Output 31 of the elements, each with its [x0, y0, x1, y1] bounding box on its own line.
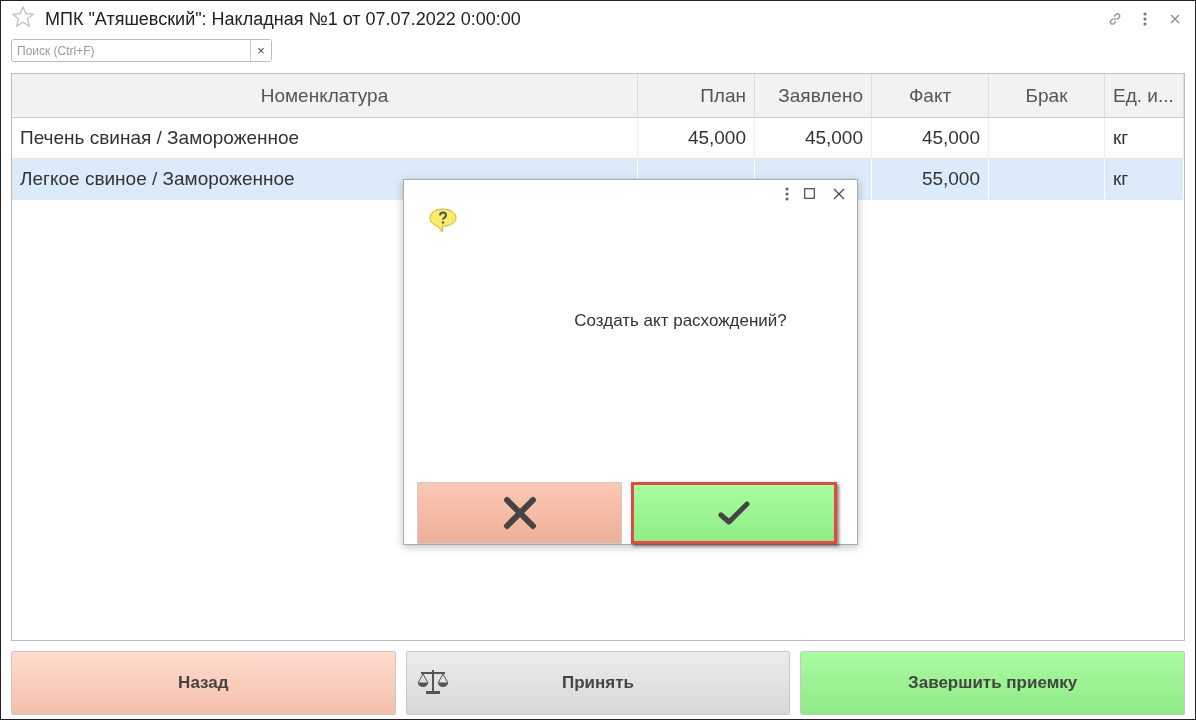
- cancel-button[interactable]: [417, 482, 622, 544]
- clear-button[interactable]: ×: [250, 40, 271, 61]
- link-icon[interactable]: [1107, 11, 1123, 27]
- more-icon[interactable]: [785, 186, 789, 201]
- window-title: МПК "Атяшевский": Накладная №1 от 07.07.2022 0:00:00: [45, 8, 522, 30]
- maximize-icon[interactable]: [803, 188, 815, 200]
- more-icon[interactable]: [1143, 12, 1147, 26]
- table-cell: кг: [1105, 118, 1184, 159]
- column-header[interactable]: Факт: [872, 74, 989, 118]
- accept-button[interactable]: Принять: [405, 651, 791, 715]
- table-cell: 55,000: [872, 159, 989, 200]
- check-icon: [717, 500, 751, 526]
- column-header[interactable]: Номенклатура: [12, 74, 638, 118]
- close-icon[interactable]: [833, 187, 845, 200]
- column-header[interactable]: План: [638, 74, 755, 118]
- scales-icon: [416, 668, 449, 696]
- close-icon: [502, 496, 537, 530]
- back-button[interactable]: Назад: [11, 651, 396, 715]
- star-icon[interactable]: [11, 5, 35, 29]
- column-header[interactable]: Брак: [989, 74, 1105, 118]
- table-cell: 45,000: [755, 118, 872, 159]
- table-cell: 45,000: [638, 118, 755, 159]
- table-cell: кг: [1105, 159, 1184, 200]
- finish-button[interactable]: Завершить приемку: [800, 651, 1185, 715]
- dialog-message: Создать акт расхождений?: [573, 311, 788, 333]
- confirm-button[interactable]: [631, 482, 837, 544]
- search-field[interactable]: Поиск (Ctrl+F) ×: [11, 39, 272, 62]
- column-header[interactable]: Ед. и...: [1105, 74, 1184, 118]
- table-cell: Печень свиная / Замороженное: [12, 118, 638, 159]
- table-cell: 45,000: [872, 118, 989, 159]
- column-header[interactable]: Заявлено: [755, 74, 872, 118]
